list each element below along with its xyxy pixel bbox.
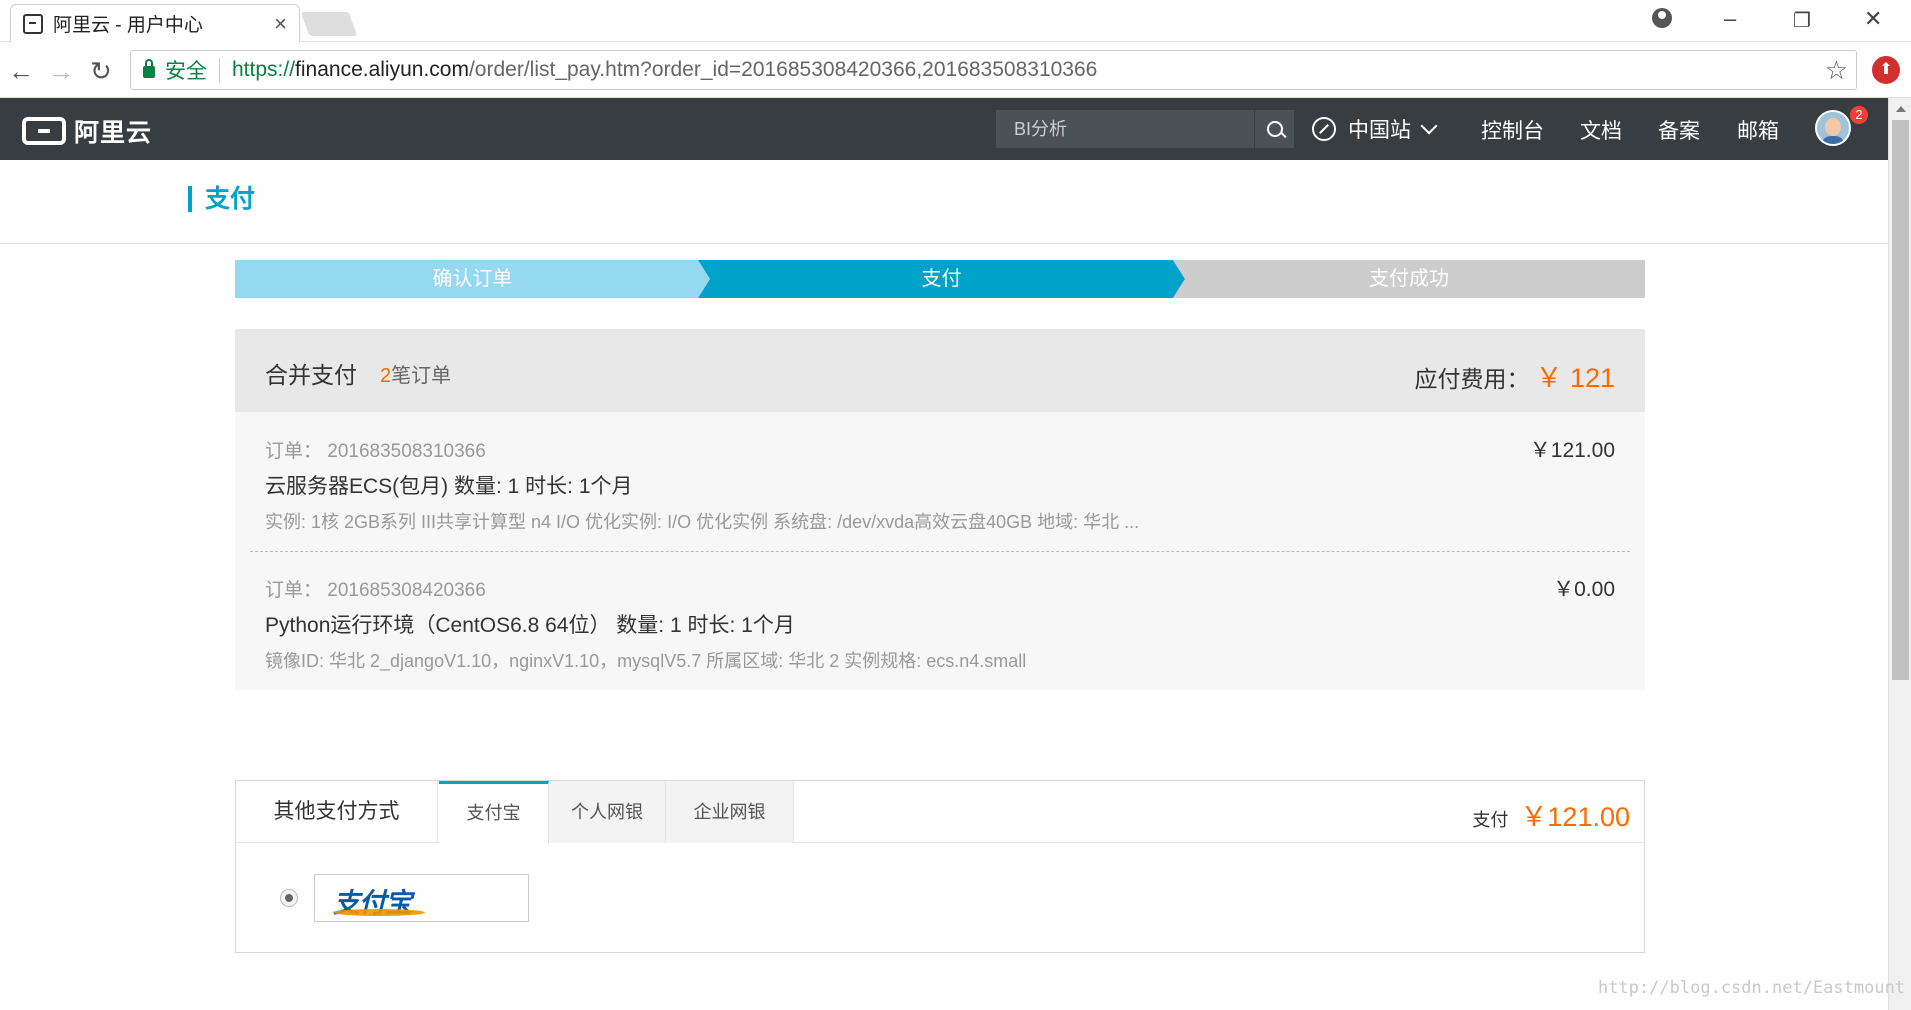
aliyun-logo[interactable]: 阿里云: [22, 113, 152, 149]
order-price: ￥121.00: [1529, 439, 1615, 462]
browser-tab[interactable]: 阿里云 - 用户中心 ×: [10, 4, 300, 42]
step-pay: 支付: [698, 260, 1185, 298]
watermark: http://blog.csdn.net/Eastmount: [1598, 978, 1906, 998]
page-header: 支付: [0, 160, 1888, 244]
payment-method-panel: 其他支付方式 支付宝 个人网银 企业网银 支付 ￥121.00 支付宝: [235, 780, 1645, 953]
payment-total-amount: ￥121.00: [1520, 802, 1630, 832]
list-item: 订单： 201685308420366 ￥0.00 Python运行环境（Cen…: [235, 551, 1645, 690]
order-count-suffix: 笔订单: [391, 365, 452, 387]
other-payment-label: 其他支付方式: [236, 781, 438, 843]
nav-link-beian[interactable]: 备案: [1658, 115, 1700, 145]
list-item: 订单： 201683508310366 ￥121.00 云服务器ECS(包月) …: [235, 412, 1645, 551]
browser-tab-strip: 阿里云 - 用户中心 × – ❐ ✕: [0, 0, 1911, 42]
minimize-icon[interactable]: –: [1724, 6, 1736, 32]
url-path: /order/list_pay.htm?order_id=20168530842…: [468, 58, 1098, 81]
search-box: [996, 110, 1294, 148]
order-count-number: 2: [380, 365, 392, 387]
order-id: 订单： 201683508310366: [265, 441, 486, 462]
nav-link-docs[interactable]: 文档: [1580, 115, 1622, 145]
step-confirm-order: 确认订单: [235, 260, 710, 298]
tab-title: 阿里云 - 用户中心: [53, 15, 203, 36]
summary-title: 合并支付: [265, 362, 357, 388]
back-arrow-icon[interactable]: ←: [8, 56, 34, 87]
tab-business-bank[interactable]: 企业网银: [666, 781, 794, 843]
checkout-steps: 确认订单 支付 支付成功: [235, 260, 1645, 298]
amount-due-value: ￥ 121: [1535, 363, 1615, 393]
region-selector[interactable]: 中国站: [1312, 114, 1438, 144]
globe-icon: [1312, 117, 1336, 141]
alipay-swoosh: [333, 909, 425, 916]
reload-icon[interactable]: ↻: [90, 56, 112, 87]
search-icon[interactable]: [1254, 110, 1294, 148]
order-product: 云服务器ECS(包月) 数量: 1 时长: 1个月: [265, 475, 633, 498]
search-input[interactable]: [996, 110, 1254, 148]
omnibox-divider: [219, 58, 220, 82]
step-pay-success: 支付成功: [1173, 260, 1645, 298]
new-tab-button[interactable]: [300, 12, 358, 36]
user-avatar[interactable]: [1815, 110, 1851, 146]
url-host: finance.aliyun.com: [295, 58, 469, 81]
payment-total: 支付 ￥121.00: [1472, 795, 1630, 834]
address-bar[interactable]: 安全 https:// finance.aliyun.com /order/li…: [130, 50, 1857, 90]
payment-tabs: 其他支付方式 支付宝 个人网银 企业网银 支付 ￥121.00: [236, 781, 1644, 844]
order-id: 订单： 201685308420366: [265, 580, 486, 601]
bookmark-star-icon[interactable]: ☆: [1825, 55, 1848, 86]
amount-due: 应付费用： ￥ 121: [1414, 356, 1615, 395]
amount-due-label: 应付费用：: [1414, 366, 1530, 392]
page-scrollbar[interactable]: [1888, 98, 1911, 1010]
aliyun-logo-icon: [22, 117, 66, 145]
browser-profile-icon[interactable]: [1652, 8, 1672, 28]
aliyun-top-nav: 阿里云 中国站 控制台 文档 备案 邮箱 2: [0, 98, 1888, 160]
payment-total-label: 支付: [1472, 810, 1509, 830]
combined-payment-summary: 合并支付 2笔订单 应付费用： ￥ 121: [235, 329, 1645, 412]
alipay-radio[interactable]: [280, 889, 298, 907]
order-spec: 镜像ID: 华北 2_djangoV1.10，nginxV1.10，mysqlV…: [265, 651, 1027, 671]
aliyun-favicon-icon: [23, 13, 43, 34]
forward-arrow-icon[interactable]: →: [48, 56, 74, 87]
nav-link-mail[interactable]: 邮箱: [1737, 115, 1779, 145]
lock-icon: [143, 59, 155, 78]
order-product: Python运行环境（CentOS6.8 64位） 数量: 1 时长: 1个月: [265, 614, 795, 637]
browser-toolbar: ← → ↻ 安全 https:// finance.aliyun.com /or…: [0, 42, 1911, 98]
logo-text: 阿里云: [74, 119, 153, 147]
url-scheme: https://: [232, 58, 296, 81]
page-title: 支付: [188, 186, 255, 212]
chevron-down-icon: [1420, 117, 1438, 135]
tab-personal-bank[interactable]: 个人网银: [549, 781, 666, 843]
close-window-icon[interactable]: ✕: [1864, 6, 1882, 32]
extension-icon[interactable]: ⬆: [1872, 56, 1900, 84]
order-price: ￥0.00: [1553, 578, 1615, 601]
scrollbar-thumb[interactable]: [1892, 120, 1909, 680]
region-label: 中国站: [1348, 119, 1411, 142]
order-count: 2笔订单: [380, 359, 451, 388]
notification-badge: 2: [1850, 106, 1868, 124]
order-list: 订单： 201683508310366 ￥121.00 云服务器ECS(包月) …: [235, 412, 1645, 690]
secure-label: 安全: [165, 60, 207, 83]
tab-close-icon[interactable]: ×: [274, 11, 287, 37]
nav-link-console[interactable]: 控制台: [1481, 115, 1544, 145]
alipay-option[interactable]: 支付宝: [314, 874, 529, 922]
restore-icon[interactable]: ❐: [1793, 8, 1811, 33]
order-spec: 实例: 1核 2GB系列 III共享计算型 n4 I/O 优化实例: I/O 优…: [265, 512, 1140, 532]
tab-alipay[interactable]: 支付宝: [439, 781, 549, 844]
scroll-up-arrow-icon[interactable]: [1896, 106, 1906, 112]
